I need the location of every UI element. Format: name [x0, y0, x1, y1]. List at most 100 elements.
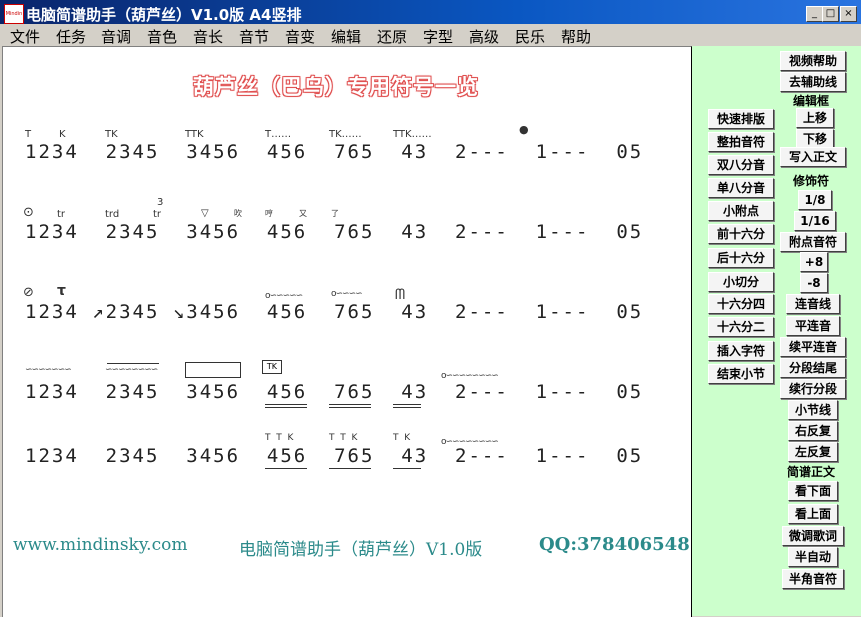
- tk-box-mark: TK: [262, 360, 282, 374]
- menu-key[interactable]: 音调: [101, 26, 131, 47]
- staccato-dot-mark: ●: [519, 123, 529, 136]
- fine-lyrics-button[interactable]: 微调歌词: [782, 526, 844, 546]
- video-help-button[interactable]: 视频帮助: [780, 51, 846, 71]
- footer-qq: QQ:378406548: [539, 534, 690, 555]
- write-body-button[interactable]: 写入正文: [780, 147, 846, 167]
- menu-font[interactable]: 字型: [423, 26, 453, 47]
- sixteenth-two-button[interactable]: 十六分二: [708, 317, 774, 337]
- hum-mark: 哼: [265, 209, 273, 218]
- sixteenth-four-button[interactable]: 十六分四: [708, 294, 774, 314]
- triplet-number-mark: 3: [157, 197, 164, 208]
- window-title: 电脑简谱助手（葫芦丝）V1.0版 A4竖排: [26, 6, 302, 24]
- underline-765-c: [329, 468, 371, 469]
- minimize-button[interactable]: _: [806, 6, 823, 22]
- tongue-ttk-dots-mark: TTK……: [393, 129, 432, 140]
- vibrato-mark-2: o∽∽∽∽: [331, 289, 363, 299]
- tongue-t-mark: T: [25, 129, 32, 140]
- continue-flat-slur-button[interactable]: 续平连音: [780, 337, 846, 357]
- small-dotted-button[interactable]: 小附点: [708, 201, 774, 221]
- menu-measure[interactable]: 音节: [239, 26, 269, 47]
- score-canvas[interactable]: 葫芦丝（巴乌）专用符号一览 T K TK TTK T…… TK…… TTK…… …: [2, 46, 692, 617]
- whole-beat-button[interactable]: 整拍音符: [708, 132, 774, 152]
- tau-mark: τ: [57, 283, 66, 299]
- double-eighth-button[interactable]: 双八分音: [708, 155, 774, 175]
- score-row-1: 1234 2345 3456 456 765 43 2--- 1--- 05: [25, 141, 644, 163]
- move-down-button[interactable]: 下移: [796, 129, 834, 149]
- barline-button[interactable]: 小节线: [788, 400, 838, 420]
- left-repeat-button[interactable]: 左反复: [788, 442, 838, 462]
- underline-765-b: [329, 407, 371, 408]
- underline-765-a: [329, 404, 371, 405]
- slur-button[interactable]: 连音线: [786, 294, 840, 314]
- menu-bar: 文件 任务 音调 音色 音长 音节 音变 编辑 还原 字型 高级 民乐 帮助: [0, 24, 861, 46]
- flat-slur-button[interactable]: 平连音: [786, 316, 840, 336]
- app-icon: Mindin: [4, 4, 24, 24]
- tongue-k-mark: K: [59, 129, 66, 140]
- underline-456-b: [265, 407, 307, 408]
- tongue-t-dots-mark: T……: [265, 129, 292, 140]
- score-row-2: 1234 2345 3456 456 765 43 2--- 1--- 05: [25, 221, 644, 243]
- sixteenth-button[interactable]: 1/16: [794, 211, 836, 231]
- trill-mark: tr: [57, 209, 66, 220]
- semi-auto-button[interactable]: 半自动: [788, 547, 838, 567]
- maximize-button[interactable]: □: [822, 6, 839, 22]
- remove-guide-button[interactable]: 去辅助线: [780, 72, 846, 92]
- menu-undo[interactable]: 还原: [377, 26, 407, 47]
- eighth-button[interactable]: 1/8: [798, 190, 832, 210]
- menu-timbre[interactable]: 音色: [147, 26, 177, 47]
- end-measure-button[interactable]: 结束小节: [708, 364, 774, 384]
- ttk-mark-1: T T K: [265, 433, 294, 443]
- le-mark: 了: [331, 209, 339, 218]
- plus-eight-button[interactable]: +8: [800, 252, 828, 272]
- tool-sidebar: 快速排版 整拍音符 双八分音 单八分音 小附点 前十六分 后十六分 小切分 十六…: [692, 46, 861, 616]
- menu-advanced[interactable]: 高级: [469, 26, 499, 47]
- vibrato-line-3: o∽∽∽∽∽∽∽∽: [441, 371, 499, 381]
- edit-box-label: 编辑框: [793, 94, 830, 108]
- triple-tongue-mark: TTK: [185, 129, 204, 140]
- score-body-label: 简谱正文: [787, 465, 836, 479]
- move-up-button[interactable]: 上移: [796, 108, 834, 128]
- right-repeat-button[interactable]: 右反复: [788, 421, 838, 441]
- segment-end-button[interactable]: 分段结尾: [780, 358, 846, 378]
- vibrato-line-1: ∽∽∽∽∽∽∽: [25, 365, 72, 375]
- view-above-button[interactable]: 看上面: [788, 504, 838, 524]
- text-box-mark: [185, 362, 241, 378]
- ttk-mark-2: T T K: [329, 433, 358, 443]
- trill-down-mark: trd: [105, 209, 120, 220]
- underline-43-c: [393, 468, 421, 469]
- close-button[interactable]: ×: [840, 6, 857, 22]
- front-sixteenth-button[interactable]: 前十六分: [708, 224, 774, 244]
- decorator-label: 修饰符: [793, 174, 830, 188]
- underline-43-b: [393, 407, 421, 408]
- dotted-note-button[interactable]: 附点音符: [780, 232, 846, 252]
- menu-duration[interactable]: 音长: [193, 26, 223, 47]
- quick-layout-button[interactable]: 快速排版: [708, 109, 774, 129]
- menu-edit[interactable]: 编辑: [331, 26, 361, 47]
- triangle-mark: ▽: [201, 208, 209, 219]
- circle-mark: ⊙: [23, 205, 34, 220]
- syncopation-button[interactable]: 小切分: [708, 272, 774, 292]
- insert-char-button[interactable]: 插入字符: [708, 341, 774, 361]
- menu-variation[interactable]: 音变: [285, 26, 315, 47]
- footer-website: www.mindinsky.com: [13, 535, 188, 555]
- trill-mark-2: tr: [153, 209, 162, 220]
- minus-eight-button[interactable]: -8: [800, 273, 828, 293]
- slashed-circle-mark: ⊘: [23, 285, 34, 300]
- menu-help[interactable]: 帮助: [561, 26, 591, 47]
- back-sixteenth-button[interactable]: 后十六分: [708, 248, 774, 268]
- single-eighth-button[interactable]: 单八分音: [708, 178, 774, 198]
- title-bar: Mindin 电脑简谱助手（葫芦丝）V1.0版 A4竖排 _ □ ×: [0, 0, 861, 27]
- half-width-note-button[interactable]: 半角音符: [782, 569, 844, 589]
- score-row-3: 1234 ↗2345 ↘3456 456 765 43 2--- 1--- 05: [25, 301, 644, 323]
- menu-folk[interactable]: 民乐: [515, 26, 545, 47]
- view-below-button[interactable]: 看下面: [788, 481, 838, 501]
- menu-task[interactable]: 任务: [56, 26, 86, 47]
- sheet-title: 葫芦丝（巴乌）专用符号一览: [193, 75, 479, 99]
- tk-mark: T K: [393, 433, 411, 443]
- vibrato-line-2: ∽∽∽∽∽∽∽∽: [105, 365, 158, 375]
- vibrato-mark-1: o∽∽∽∽∽: [265, 291, 303, 301]
- underline-43-a: [393, 404, 421, 405]
- underline-456-a: [265, 404, 307, 405]
- menu-file[interactable]: 文件: [10, 26, 40, 47]
- continue-segment-button[interactable]: 续行分段: [780, 379, 846, 399]
